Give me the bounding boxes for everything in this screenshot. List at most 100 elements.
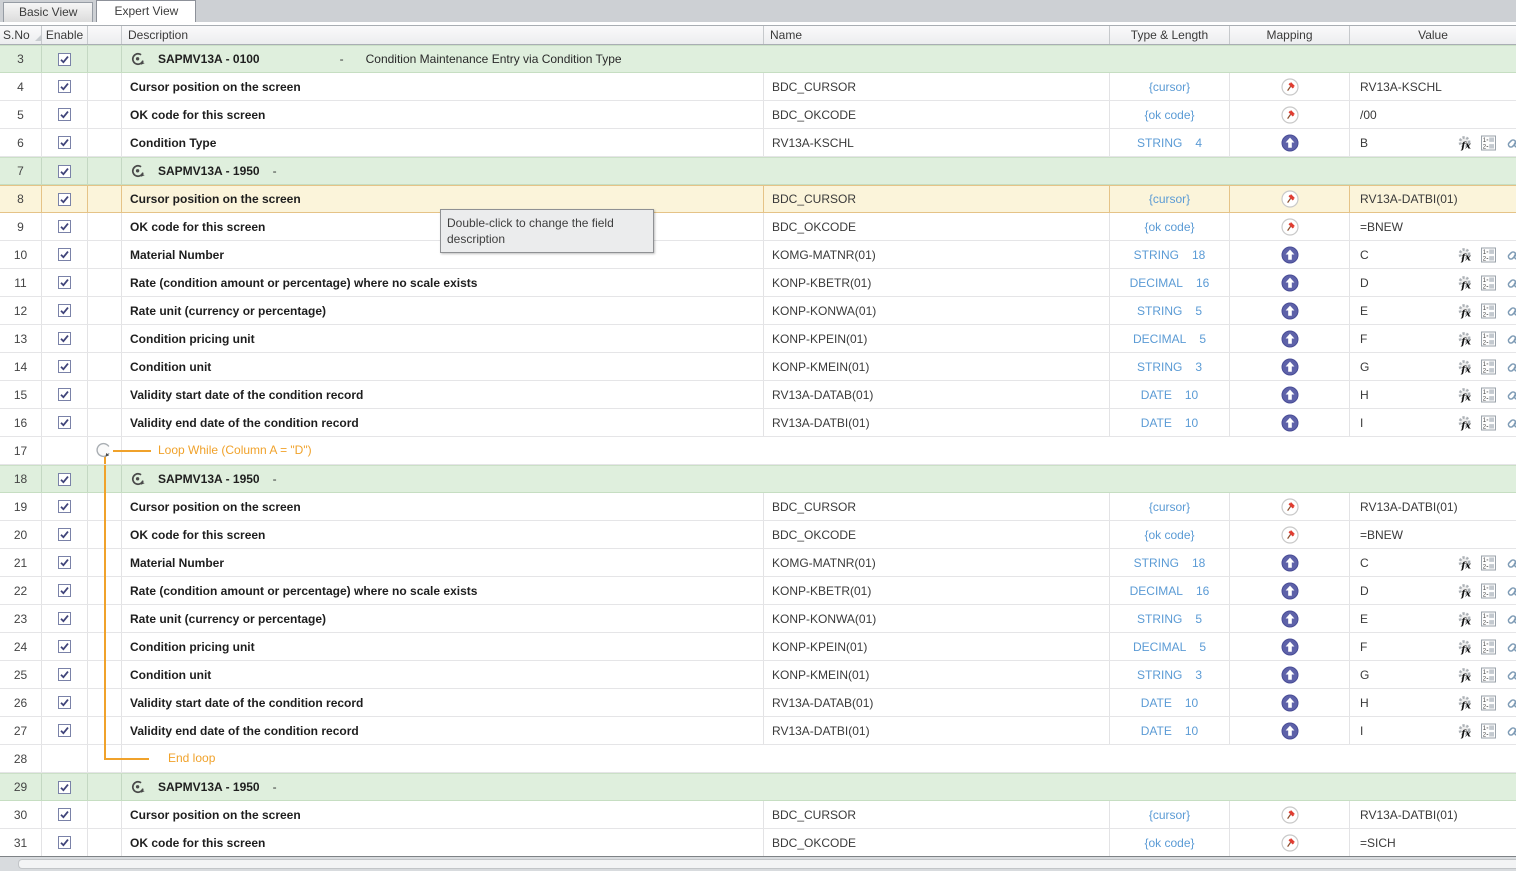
- field-name-cell[interactable]: BDC_OKCODE: [764, 829, 1110, 856]
- row-number[interactable]: 8: [0, 186, 42, 212]
- mapping-list-icon[interactable]: 12: [1481, 611, 1496, 626]
- screen-header-cell[interactable]: SAPMV13A - 1950-: [122, 158, 1516, 184]
- row-number[interactable]: 20: [0, 521, 42, 548]
- field-description-cell[interactable]: Condition Type: [122, 129, 764, 156]
- link-icon[interactable]: [1507, 611, 1516, 627]
- row-number[interactable]: 19: [0, 493, 42, 520]
- type-length-cell[interactable]: DATE10: [1110, 689, 1230, 716]
- row-number[interactable]: 6: [0, 129, 42, 156]
- field-name-cell[interactable]: RV13A-DATAB(01): [764, 381, 1110, 408]
- enable-checkbox[interactable]: [58, 500, 71, 513]
- formula-fx-icon[interactable]: fx: [1457, 358, 1474, 375]
- enable-cell[interactable]: [42, 774, 88, 800]
- enable-checkbox[interactable]: [58, 836, 71, 849]
- mapping-list-icon[interactable]: 12: [1481, 583, 1496, 598]
- value-cell[interactable]: RV13A-DATBI(01): [1350, 186, 1516, 212]
- upload-arrow-icon[interactable]: [1281, 134, 1299, 152]
- type-length-cell[interactable]: STRING3: [1110, 353, 1230, 380]
- upload-arrow-icon[interactable]: [1281, 414, 1299, 432]
- type-length-cell[interactable]: {ok code}: [1110, 521, 1230, 548]
- field-name-cell[interactable]: BDC_OKCODE: [764, 101, 1110, 128]
- field-description-cell[interactable]: Cursor position on the screen: [122, 73, 764, 100]
- upload-arrow-icon[interactable]: [1281, 638, 1299, 656]
- enable-cell[interactable]: [42, 661, 88, 688]
- table-row[interactable]: 7 SAPMV13A - 1950-: [0, 157, 1516, 185]
- mapping-list-icon[interactable]: 12: [1481, 639, 1496, 654]
- mapping-cell[interactable]: [1230, 213, 1350, 240]
- row-number[interactable]: 25: [0, 661, 42, 688]
- column-header-name[interactable]: Name: [764, 26, 1110, 44]
- row-number[interactable]: 14: [0, 353, 42, 380]
- tab-expert-view[interactable]: Expert View: [96, 0, 196, 22]
- mapping-list-icon[interactable]: 12: [1481, 695, 1496, 710]
- field-description-cell[interactable]: Validity start date of the condition rec…: [122, 689, 764, 716]
- value-cell[interactable]: Ffx12: [1350, 325, 1516, 352]
- mapping-list-icon[interactable]: 12: [1481, 555, 1496, 570]
- value-cell[interactable]: Efx12: [1350, 605, 1516, 632]
- field-description-cell[interactable]: OK code for this screen: [122, 521, 764, 548]
- field-description-cell[interactable]: Condition pricing unit: [122, 633, 764, 660]
- table-row[interactable]: 6Condition TypeRV13A-KSCHLSTRING4Bfx12: [0, 129, 1516, 157]
- type-length-cell[interactable]: DECIMAL5: [1110, 633, 1230, 660]
- row-number[interactable]: 7: [0, 158, 42, 184]
- screen-header-cell[interactable]: SAPMV13A - 1950-: [122, 466, 1516, 492]
- value-cell[interactable]: Ifx12: [1350, 409, 1516, 436]
- table-row[interactable]: 22Rate (condition amount or percentage) …: [0, 577, 1516, 605]
- column-header-enable[interactable]: Enable: [42, 26, 88, 44]
- row-number[interactable]: 22: [0, 577, 42, 604]
- enable-checkbox[interactable]: [58, 193, 71, 206]
- field-description-cell[interactable]: Condition pricing unit: [122, 325, 764, 352]
- row-number[interactable]: 12: [0, 297, 42, 324]
- enable-checkbox[interactable]: [58, 528, 71, 541]
- value-cell[interactable]: Efx12: [1350, 297, 1516, 324]
- upload-arrow-icon[interactable]: [1281, 246, 1299, 264]
- mapping-list-icon[interactable]: 12: [1481, 359, 1496, 374]
- table-row[interactable]: 23Rate unit (currency or percentage)KONP…: [0, 605, 1516, 633]
- pushpin-icon[interactable]: [1281, 806, 1299, 824]
- field-description-cell[interactable]: Rate (condition amount or percentage) wh…: [122, 269, 764, 296]
- field-description-cell[interactable]: Validity end date of the condition recor…: [122, 409, 764, 436]
- formula-fx-icon[interactable]: fx: [1457, 330, 1474, 347]
- value-cell[interactable]: Gfx12: [1350, 661, 1516, 688]
- link-icon[interactable]: [1507, 583, 1516, 599]
- field-name-cell[interactable]: RV13A-KSCHL: [764, 129, 1110, 156]
- enable-cell[interactable]: [42, 186, 88, 212]
- link-icon[interactable]: [1507, 555, 1516, 571]
- table-row[interactable]: 28End loop: [0, 745, 1516, 773]
- enable-cell[interactable]: [42, 801, 88, 828]
- value-text[interactable]: =BNEW: [1360, 528, 1403, 542]
- link-icon[interactable]: [1507, 303, 1516, 319]
- enable-checkbox[interactable]: [58, 473, 71, 486]
- row-number[interactable]: 17: [0, 437, 42, 464]
- upload-arrow-icon[interactable]: [1281, 274, 1299, 292]
- link-icon[interactable]: [1507, 331, 1516, 347]
- row-number[interactable]: 18: [0, 466, 42, 492]
- enable-cell[interactable]: [42, 297, 88, 324]
- enable-checkbox[interactable]: [58, 724, 71, 737]
- mapping-cell[interactable]: [1230, 689, 1350, 716]
- mapping-list-icon[interactable]: 12: [1481, 387, 1496, 402]
- mapping-cell[interactable]: [1230, 577, 1350, 604]
- loop-start-label[interactable]: Loop While (Column A = "D"): [158, 437, 312, 464]
- value-text[interactable]: RV13A-DATBI(01): [1360, 192, 1458, 206]
- row-number[interactable]: 23: [0, 605, 42, 632]
- row-number[interactable]: 9: [0, 213, 42, 240]
- mapping-cell[interactable]: [1230, 409, 1350, 436]
- table-row[interactable]: 12Rate unit (currency or percentage)KONP…: [0, 297, 1516, 325]
- mapping-list-icon[interactable]: 12: [1481, 667, 1496, 682]
- value-cell[interactable]: Dfx12: [1350, 269, 1516, 296]
- table-row[interactable]: 8Cursor position on the screenBDC_CURSOR…: [0, 185, 1516, 213]
- enable-cell[interactable]: [42, 829, 88, 856]
- enable-cell[interactable]: [42, 689, 88, 716]
- value-cell[interactable]: Gfx12: [1350, 353, 1516, 380]
- type-length-cell[interactable]: DATE10: [1110, 381, 1230, 408]
- column-header-description[interactable]: Description: [122, 26, 764, 44]
- upload-arrow-icon[interactable]: [1281, 330, 1299, 348]
- upload-arrow-icon[interactable]: [1281, 694, 1299, 712]
- type-length-cell[interactable]: DATE10: [1110, 717, 1230, 744]
- mapping-cell[interactable]: [1230, 73, 1350, 100]
- mapping-cell[interactable]: [1230, 661, 1350, 688]
- field-name-cell[interactable]: KONP-KBETR(01): [764, 577, 1110, 604]
- enable-checkbox[interactable]: [58, 808, 71, 821]
- mapping-list-icon[interactable]: 12: [1481, 303, 1496, 318]
